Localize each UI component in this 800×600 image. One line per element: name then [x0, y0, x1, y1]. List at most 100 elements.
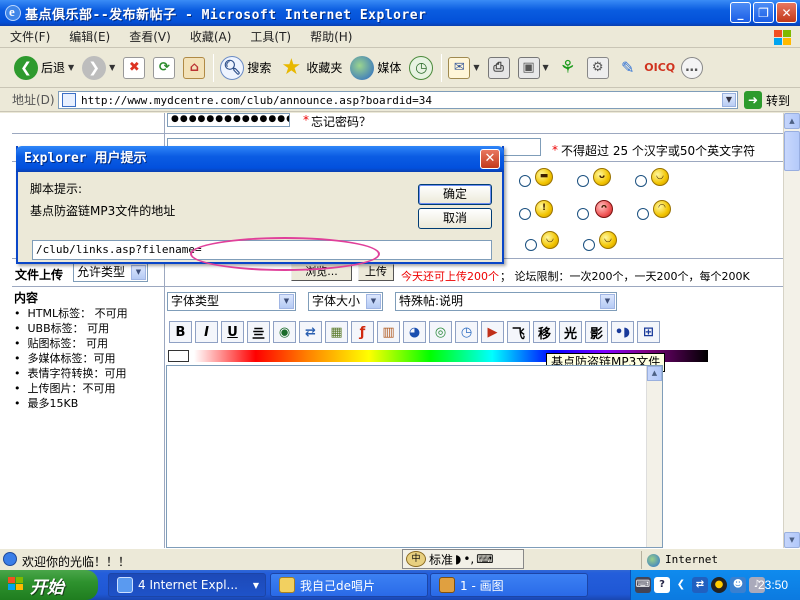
bold-button[interactable]: B: [169, 321, 192, 343]
page-scrollbar[interactable]: ▲ ▼: [783, 113, 800, 548]
font-size-select[interactable]: 字体大小 ▼: [308, 292, 383, 311]
quicktime-button[interactable]: ◷: [455, 321, 478, 343]
address-input[interactable]: http://www.mydcentre.com/club/announce.a…: [58, 91, 738, 109]
mail-dropdown-icon[interactable]: ▼: [473, 63, 479, 72]
scroll-up-icon[interactable]: ▲: [647, 366, 662, 381]
favorites-button[interactable]: ★ 收藏夹: [279, 55, 342, 80]
emoticon-radio[interactable]: [583, 239, 595, 251]
keyboard-icon[interactable]: ⌨: [635, 577, 651, 593]
flash-button[interactable]: ƒ: [351, 321, 374, 343]
upload-type-select[interactable]: 允许类型 ▼: [73, 263, 148, 282]
discuss-button[interactable]: …: [680, 56, 703, 79]
window-title-bar[interactable]: 基点俱乐部--发布新帖子 - Microsoft Internet Explor…: [0, 0, 800, 26]
stop-button[interactable]: ✖: [123, 56, 146, 79]
emoticon-radio[interactable]: [635, 175, 647, 187]
scroll-thumb[interactable]: [784, 131, 800, 171]
quote-button[interactable]: •◗: [611, 321, 634, 343]
password-field[interactable]: ●●●●●●●●●●●●●●●●●●●●: [167, 113, 290, 127]
scroll-up-icon[interactable]: ▲: [784, 113, 800, 129]
current-color-box[interactable]: [168, 350, 189, 362]
edit-button[interactable]: ▣ ▼: [517, 56, 549, 79]
emoticon-radio[interactable]: [577, 175, 589, 187]
menu-tools[interactable]: 工具(T): [250, 28, 291, 45]
ime-mode[interactable]: 标准: [429, 551, 453, 568]
upload-button[interactable]: 上传: [358, 264, 394, 281]
restore-button[interactable]: ❐: [753, 2, 774, 23]
back-button[interactable]: ❮ 后退 ▼: [14, 55, 74, 80]
print-button[interactable]: ⎙: [487, 56, 510, 79]
media-button[interactable]: 媒体: [350, 55, 402, 80]
content-textarea[interactable]: ▲: [166, 365, 663, 548]
dialog-ok-button[interactable]: 确定: [418, 184, 492, 205]
scroll-down-icon[interactable]: ▼: [784, 532, 800, 548]
menu-view[interactable]: 查看(V): [129, 28, 171, 45]
address-dropdown-icon[interactable]: ▼: [722, 93, 736, 107]
messenger-button[interactable]: ⚘: [557, 57, 579, 79]
realplayer-button[interactable]: ◕: [403, 321, 426, 343]
mp3-button[interactable]: ▶: [481, 321, 504, 343]
dialog-cancel-button[interactable]: 取消: [418, 208, 492, 229]
email-button[interactable]: ⇄: [299, 321, 322, 343]
menu-favorites[interactable]: 收藏(A): [190, 28, 232, 45]
close-button[interactable]: ✕: [776, 2, 797, 23]
fly-button[interactable]: 飞: [507, 321, 530, 343]
shadow-button[interactable]: 影: [585, 321, 608, 343]
menu-file[interactable]: 文件(F): [10, 28, 50, 45]
code-button[interactable]: ⊞: [637, 321, 660, 343]
glow-button[interactable]: 光: [559, 321, 582, 343]
emoticon-radio[interactable]: [525, 239, 537, 251]
help-icon[interactable]: ?: [654, 577, 670, 593]
center-button[interactable]: 亖: [247, 321, 270, 343]
media-label: 媒体: [377, 61, 402, 75]
dialog-close-button[interactable]: ✕: [480, 149, 500, 169]
mail-button[interactable]: ✉ ▼: [448, 56, 480, 79]
forgot-password-link[interactable]: 忘记密码？: [311, 113, 371, 130]
minimize-button[interactable]: _: [730, 2, 751, 23]
history-button[interactable]: ◷: [409, 55, 434, 80]
start-button[interactable]: 开始: [0, 570, 98, 600]
edit-dropdown-icon[interactable]: ▼: [543, 63, 549, 72]
research-button[interactable]: ⚙: [586, 56, 609, 79]
italic-button[interactable]: I: [195, 321, 218, 343]
rule-item: 上传图片：不可用: [14, 381, 128, 396]
move-button[interactable]: 移: [533, 321, 556, 343]
collapse-tray-icon[interactable]: ❮: [673, 577, 689, 593]
shockwave-button[interactable]: ▥: [377, 321, 400, 343]
refresh-button[interactable]: ⟳: [153, 56, 176, 79]
soft-keyboard-icon[interactable]: ⌨: [476, 552, 493, 566]
ime-logo-icon[interactable]: 中: [406, 551, 426, 567]
content-header: 内容: [14, 291, 39, 305]
network-icon[interactable]: ⇄: [692, 577, 708, 593]
special-post-select[interactable]: 特殊帖:说明 ▼: [395, 292, 617, 311]
dialog-title-bar[interactable]: Explorer 用户提示 ✕: [16, 146, 504, 172]
font-type-select[interactable]: 字体类型 ▼: [167, 292, 296, 311]
back-dropdown-icon[interactable]: ▼: [68, 63, 74, 72]
ime-toolbar[interactable]: 中 标准 ◗ •, ⌨: [402, 549, 524, 569]
go-button[interactable]: ➜ 转到: [744, 91, 790, 109]
editor-scrollbar[interactable]: ▲: [646, 366, 662, 547]
forward-dropdown-icon[interactable]: ▼: [109, 63, 115, 72]
image-button[interactable]: ▦: [325, 321, 348, 343]
task-internet-explorer[interactable]: 4 Internet Expl... ▼: [108, 573, 266, 597]
home-button[interactable]: ⌂: [183, 56, 206, 79]
half-width-icon[interactable]: ◗: [455, 552, 461, 566]
link-globe-button[interactable]: ◉: [273, 321, 296, 343]
emoticon-radio[interactable]: [519, 175, 531, 187]
task-paint[interactable]: 1 - 画图: [430, 573, 588, 597]
search-button[interactable]: 🔍︎ 搜索: [220, 55, 271, 80]
media-player-button[interactable]: ◎: [429, 321, 452, 343]
menu-help[interactable]: 帮助(H): [310, 28, 352, 45]
qq-penguin-icon[interactable]: ●: [711, 577, 727, 593]
emoticon-radio[interactable]: [637, 208, 649, 220]
task-folder[interactable]: 我自己de唱片: [270, 573, 428, 597]
emoticon-radio[interactable]: [519, 208, 531, 220]
forward-button[interactable]: ❯ ▼: [82, 55, 115, 80]
qq-button[interactable]: ✎: [617, 57, 639, 79]
menu-edit[interactable]: 编辑(E): [69, 28, 110, 45]
emoticon-radio[interactable]: [577, 208, 589, 220]
address-url[interactable]: http://www.mydcentre.com/club/announce.a…: [81, 94, 432, 107]
underline-button[interactable]: U: [221, 321, 244, 343]
oicq-button[interactable]: OICQ: [644, 57, 675, 79]
punctuation-icon[interactable]: •,: [463, 552, 474, 566]
messenger-tray-icon[interactable]: ☻: [730, 577, 746, 593]
